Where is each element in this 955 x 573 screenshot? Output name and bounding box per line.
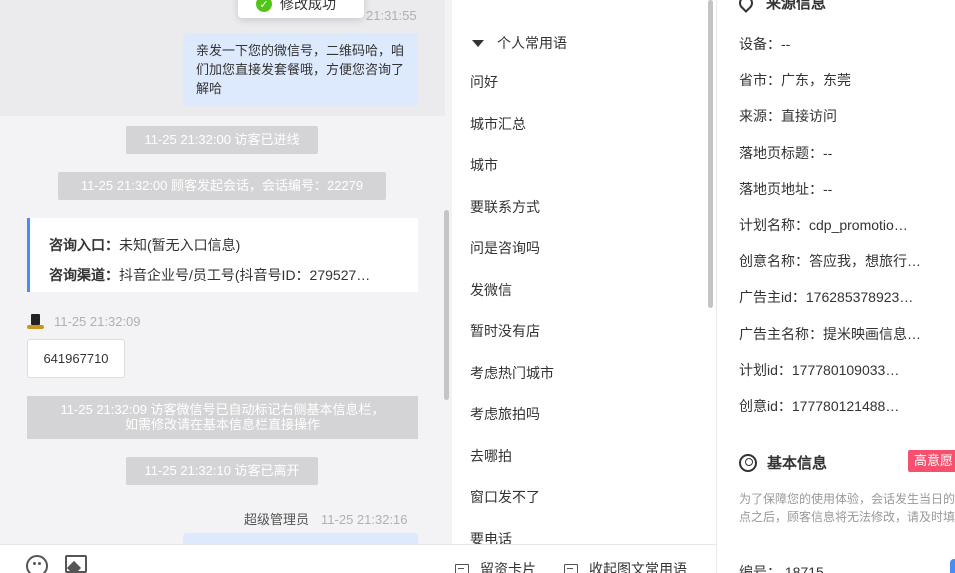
phrase-group-title: 个人常用语 <box>497 35 567 51</box>
source-field: 省市：广东，东莞 <box>739 72 851 89</box>
intent-badge[interactable]: 高意愿 <box>908 450 955 472</box>
phrase-item[interactable]: 考虑旅拍吗 <box>470 394 554 436</box>
phrase-list: 问好 城市汇总 城市 要联系方式 问是咨询吗 发微信 暂时没有店 考虑热门城市 … <box>470 62 554 560</box>
visitor-message-bubble: 641967710 <box>27 339 125 378</box>
location-pin-icon <box>736 0 756 13</box>
caret-down-icon <box>472 39 484 47</box>
consult-channel-value: 抖音企业号/员工号(抖音号ID：279527… <box>119 267 371 283</box>
system-notice-session: 11-25 21:32:00 顾客发起会话，会话编号：22279 <box>58 172 386 200</box>
system-notice-wechat-line2: 如需修改请在基本信息栏直接操作 <box>124 417 320 432</box>
prev-message-time: 21:31:55 <box>366 8 417 23</box>
consult-channel-row: 咨询渠道：抖音企业号/员工号(抖音号ID：279527… <box>49 260 399 290</box>
system-notice-wechat: 11-25 21:32:09 访客微信号已自动标记右侧基本信息栏， 如需修改请在… <box>27 396 418 439</box>
consult-info-card: 咨询入口：未知(暂无入口信息) 咨询渠道：抖音企业号/员工号(抖音号ID：279… <box>27 218 418 292</box>
agent-name: 超级管理员 <box>244 512 310 527</box>
system-notice-enter: 11-25 21:32:00 访客已进线 <box>126 126 318 154</box>
floating-action-edge[interactable] <box>950 559 955 573</box>
phrase-scrollbar[interactable] <box>708 0 713 308</box>
basic-info-note: 为了保障您的使用体验，会话发生当日的24点之后，顾客信息将无法修改，请及时填写 <box>739 492 955 524</box>
source-field: 计划id：177780109033… <box>739 361 900 378</box>
visitor-message-meta: 11-25 21:32:09 <box>27 313 141 330</box>
agent-message-bubble: 亲发一下您的微信号，二维码哈，咱们加您直接发套餐哦，方便您咨询了解哈 <box>183 33 418 106</box>
basic-info-title: 基本信息 <box>767 455 828 472</box>
phrase-item[interactable]: 城市汇总 <box>470 104 554 146</box>
source-info-list: 设备：-- 省市：广东，东莞 来源：直接访问 落地页标题：-- 落地页地址：--… <box>739 26 939 424</box>
system-notice-wechat-line1: 11-25 21:32:09 访客微信号已自动标记右侧基本信息栏， <box>60 402 385 417</box>
phrase-item[interactable]: 去哪拍 <box>470 436 554 478</box>
phrase-item[interactable]: 问好 <box>470 62 554 104</box>
system-notice-left: 11-25 21:32:10 访客已离开 <box>126 457 318 485</box>
phrase-item[interactable]: 发微信 <box>470 270 554 312</box>
phrase-toolbar: 留资卡片 收起图文常用语 <box>452 544 716 573</box>
agent-message-time: 11-25 21:32:16 <box>321 512 408 527</box>
collapse-phrases-label: 收起图文常用语 <box>589 561 687 573</box>
success-toast: ✓ 修改成功 <box>238 0 364 18</box>
phrase-item[interactable]: 窗口发不了 <box>470 477 554 519</box>
visitor-message-time: 11-25 21:32:09 <box>54 314 141 329</box>
consult-entry-label: 咨询入口： <box>49 237 119 253</box>
card-icon <box>564 563 578 573</box>
source-field: 创意名称：答应我，想旅行… <box>739 253 921 270</box>
quick-phrases-panel: 个人常用语 问好 城市汇总 城市 要联系方式 问是咨询吗 发微信 暂时没有店 考… <box>452 0 716 573</box>
collapse-phrases-button[interactable]: 收起图文常用语 <box>564 559 687 573</box>
phrase-item[interactable]: 考虑热门城市 <box>470 353 554 395</box>
basic-info-header: 基本信息 <box>739 452 827 473</box>
source-field: 创意id：177780121488… <box>739 397 900 414</box>
source-field: 设备：-- <box>739 36 791 52</box>
check-circle-icon: ✓ <box>256 0 272 12</box>
visitor-hat-avatar-icon <box>27 313 44 330</box>
agent-message-meta: 超级管理员 11-25 21:32:16 <box>244 509 408 528</box>
chat-scrollbar[interactable] <box>444 210 449 400</box>
emoji-icon[interactable] <box>26 555 48 573</box>
chat-panel: 21:31:55 亲发一下您的微信号，二维码哈，咱们加您直接发套餐哦，方便您咨询… <box>0 0 452 573</box>
card-icon <box>455 563 469 573</box>
source-field: 广告主名称：提米映画信息… <box>739 325 921 342</box>
consult-entry-row: 咨询入口：未知(暂无入口信息) <box>49 230 399 260</box>
user-circle-icon <box>739 453 757 472</box>
phrase-item[interactable]: 要联系方式 <box>470 187 554 229</box>
source-info-header: 来源信息 <box>736 0 827 13</box>
source-field: 计划名称：cdp_promotio… <box>739 216 908 233</box>
phrase-item[interactable]: 问是咨询吗 <box>470 228 554 270</box>
customer-info-panel: 来源信息 设备：-- 省市：广东，东莞 来源：直接访问 落地页标题：-- 落地页… <box>716 0 955 573</box>
lead-card-button[interactable]: 留资卡片 <box>455 559 536 573</box>
phrase-item[interactable]: 暂时没有店 <box>470 311 554 353</box>
image-upload-icon[interactable] <box>65 555 87 573</box>
source-info-title: 来源信息 <box>766 0 827 12</box>
source-field: 来源：直接访问 <box>739 108 837 125</box>
source-field: 落地页地址：-- <box>739 180 833 197</box>
consult-entry-value: 未知(暂无入口信息) <box>119 237 241 253</box>
phrase-group-header[interactable]: 个人常用语 <box>472 33 567 53</box>
toast-text: 修改成功 <box>280 0 336 12</box>
chat-input-toolbar <box>0 544 452 573</box>
lead-card-label: 留资卡片 <box>480 561 536 573</box>
consult-channel-label: 咨询渠道： <box>49 267 119 283</box>
source-field: 落地页标题：-- <box>739 144 833 161</box>
phrase-item[interactable]: 城市 <box>470 145 554 187</box>
basic-field-number: 编号： 18715 <box>739 564 824 573</box>
source-field: 广告主id：176285378923… <box>739 289 914 306</box>
